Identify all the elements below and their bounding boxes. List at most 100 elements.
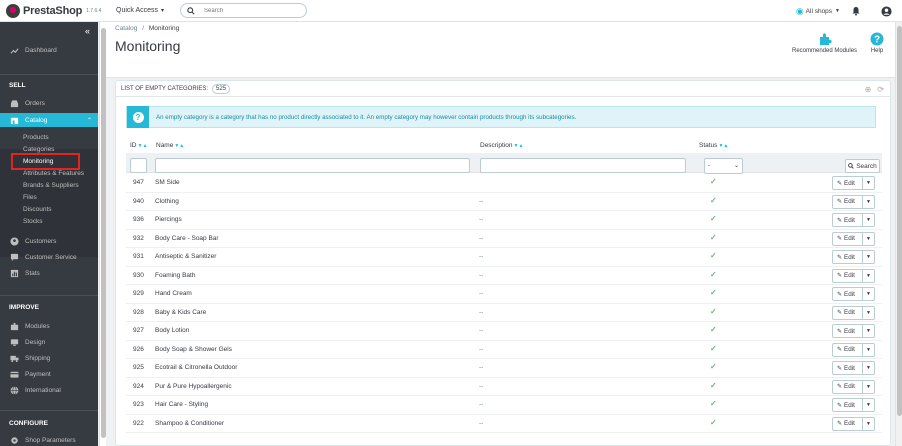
check-icon[interactable]: ✓ bbox=[710, 196, 717, 205]
user-account-icon[interactable] bbox=[881, 5, 892, 17]
scrollbar-thumb[interactable] bbox=[897, 26, 902, 416]
edit-button[interactable]: ✎ Edit ▼ bbox=[832, 361, 875, 375]
column-header-status[interactable]: Status▼▲ bbox=[699, 142, 728, 149]
check-icon[interactable]: ✓ bbox=[710, 288, 717, 297]
collapse-sidebar-icon[interactable]: « bbox=[85, 26, 90, 36]
check-icon[interactable]: ✓ bbox=[710, 362, 717, 371]
check-icon[interactable]: ✓ bbox=[710, 251, 717, 260]
recommended-modules-button[interactable]: Recommended Modules bbox=[792, 32, 857, 54]
check-icon[interactable]: ✓ bbox=[710, 177, 717, 186]
sidebar-item-customer-service[interactable]: Customer Service bbox=[0, 250, 98, 264]
caret-down-icon[interactable]: ▼ bbox=[862, 232, 874, 245]
edit-button[interactable]: ✎ Edit ▼ bbox=[832, 305, 875, 320]
help-button[interactable]: ? Help bbox=[870, 32, 884, 54]
column-header-description[interactable]: Description▼▲ bbox=[480, 142, 523, 149]
check-icon[interactable]: ✓ bbox=[710, 325, 717, 334]
filter-name-input[interactable] bbox=[155, 158, 470, 173]
submenu-item-stocks[interactable]: Stocks bbox=[23, 218, 43, 225]
table-row[interactable]: 929 Hand Cream -- ✓ ✎ Edit ▼ bbox=[126, 285, 882, 304]
submenu-item-discounts[interactable]: Discounts bbox=[23, 206, 52, 213]
sidebar-item-dashboard[interactable]: Dashboard bbox=[0, 43, 98, 57]
sidebar-item-design[interactable]: Design bbox=[0, 335, 98, 349]
sidebar-scrollbar[interactable] bbox=[99, 22, 106, 446]
check-icon[interactable]: ✓ bbox=[710, 381, 717, 390]
edit-button[interactable]: ✎ Edit ▼ bbox=[832, 194, 875, 209]
filter-status-select[interactable]: - ⌄ bbox=[704, 158, 743, 174]
refresh-icon[interactable]: ⟳ bbox=[877, 85, 884, 94]
edit-button[interactable]: ✎ Edit ▼ bbox=[832, 416, 875, 431]
table-row[interactable]: 926 Body Soap & Shower Gels -- ✓ ✎ Edit ▼ bbox=[126, 341, 882, 359]
edit-button[interactable]: ✎ Edit ▼ bbox=[832, 287, 875, 301]
check-icon[interactable]: ✓ bbox=[710, 418, 717, 427]
sidebar-item-stats[interactable]: Stats bbox=[0, 266, 98, 280]
edit-button[interactable]: ✎ Edit ▼ bbox=[832, 342, 875, 357]
table-row[interactable]: 922 Shampoo & Conditioner -- ✓ ✎ Edit ▼ bbox=[126, 415, 882, 433]
check-icon[interactable]: ✓ bbox=[710, 344, 717, 353]
edit-button[interactable]: ✎ Edit ▼ bbox=[832, 398, 875, 412]
sort-icon[interactable]: ▼▲ bbox=[514, 143, 524, 149]
sidebar-item-shipping[interactable]: Shipping bbox=[0, 351, 98, 365]
submenu-item-attributes[interactable]: Attributes & Features bbox=[23, 170, 84, 177]
table-row[interactable]: 930 Foaming Bath -- ✓ ✎ Edit ▼ bbox=[126, 267, 882, 285]
main-scrollbar[interactable] bbox=[895, 22, 902, 446]
sort-icon[interactable]: ▼▲ bbox=[718, 143, 728, 149]
caret-down-icon[interactable]: ▼ bbox=[862, 417, 874, 430]
caret-down-icon[interactable]: ▼ bbox=[862, 325, 874, 337]
submenu-item-brands[interactable]: Brands & Suppliers bbox=[23, 182, 79, 189]
edit-button[interactable]: ✎ Edit ▼ bbox=[832, 324, 875, 338]
search-box[interactable] bbox=[180, 3, 308, 18]
caret-down-icon[interactable]: ▼ bbox=[862, 214, 874, 226]
sidebar-item-modules[interactable]: Modules bbox=[0, 319, 98, 333]
sort-icon[interactable]: ▼▲ bbox=[138, 143, 148, 149]
table-row[interactable]: 947 SM Side ✓ ✎ Edit ▼ bbox=[126, 174, 882, 193]
check-icon[interactable]: ✓ bbox=[710, 307, 717, 316]
edit-button[interactable]: ✎ Edit ▼ bbox=[832, 250, 875, 264]
table-row[interactable]: 925 Ecotrail & Citronella Outdoor -- ✓ ✎ Edit… bbox=[126, 359, 882, 378]
edit-button[interactable]: ✎ Edit ▼ bbox=[832, 213, 875, 227]
caret-down-icon[interactable]: ▼ bbox=[862, 177, 874, 189]
edit-button[interactable]: ✎ Edit ▼ bbox=[832, 176, 875, 190]
check-icon[interactable]: ✓ bbox=[710, 233, 717, 242]
submenu-item-files[interactable]: Files bbox=[23, 194, 37, 201]
sidebar-item-orders[interactable]: Orders bbox=[0, 96, 98, 110]
sidebar-item-shop-parameters[interactable]: Shop Parameters bbox=[0, 433, 98, 446]
caret-down-icon[interactable]: ▼ bbox=[862, 269, 874, 282]
column-header-id[interactable]: ID▼▲ bbox=[130, 142, 147, 149]
check-icon[interactable]: ✓ bbox=[710, 214, 717, 223]
sidebar-item-customers[interactable]: Customers bbox=[0, 234, 98, 248]
bell-icon[interactable] bbox=[851, 6, 861, 16]
table-row[interactable]: 924 Pur & Pure Hypoallergenic -- ✓ ✎ Edit ▼ bbox=[126, 378, 882, 396]
caret-down-icon[interactable]: ▼ bbox=[862, 288, 874, 300]
submenu-item-categories[interactable]: Categories bbox=[23, 146, 54, 153]
check-icon[interactable]: ✓ bbox=[710, 270, 717, 279]
caret-down-icon[interactable]: ▼ bbox=[862, 343, 874, 356]
table-row[interactable]: 928 Baby & Kids Care -- ✓ ✎ Edit ▼ bbox=[126, 304, 882, 322]
search-button[interactable]: Search bbox=[845, 159, 880, 173]
table-row[interactable]: 936 Piercings -- ✓ ✎ Edit ▼ bbox=[126, 211, 882, 230]
sidebar-item-payment[interactable]: Payment bbox=[0, 367, 98, 381]
add-icon[interactable]: ⊕ bbox=[865, 85, 872, 94]
caret-down-icon[interactable]: ▼ bbox=[862, 380, 874, 393]
breadcrumb-catalog[interactable]: Catalog bbox=[115, 25, 137, 32]
shop-selector[interactable]: ◉ All shops ▼ bbox=[796, 6, 840, 17]
table-row[interactable]: 940 Clothing -- ✓ ✎ Edit ▼ bbox=[126, 193, 882, 211]
sort-icon[interactable]: ▼▲ bbox=[174, 143, 184, 149]
caret-down-icon[interactable]: ▼ bbox=[862, 306, 874, 319]
check-icon[interactable]: ✓ bbox=[710, 399, 717, 408]
table-row[interactable]: 932 Body Care - Soap Bar -- ✓ ✎ Edit ▼ bbox=[126, 230, 882, 248]
sidebar-item-international[interactable]: International bbox=[0, 383, 98, 397]
caret-down-icon[interactable]: ▼ bbox=[862, 399, 874, 411]
edit-button[interactable]: ✎ Edit ▼ bbox=[832, 268, 875, 283]
caret-down-icon[interactable]: ▼ bbox=[862, 251, 874, 263]
search-input[interactable] bbox=[204, 7, 300, 14]
quick-access-dropdown[interactable]: Quick Access ▾ bbox=[116, 7, 164, 14]
edit-button[interactable]: ✎ Edit ▼ bbox=[832, 379, 875, 394]
column-header-name[interactable]: Name▼▲ bbox=[156, 142, 184, 149]
prestashop-logo[interactable]: PrestaShop 1.7.6.4 bbox=[6, 3, 112, 18]
table-row[interactable]: 927 Body Lotion -- ✓ ✎ Edit ▼ bbox=[126, 322, 882, 341]
sidebar-item-catalog[interactable]: Catalog ⌃ bbox=[0, 113, 98, 127]
edit-button[interactable]: ✎ Edit ▼ bbox=[832, 231, 875, 246]
submenu-item-products[interactable]: Products bbox=[23, 134, 49, 141]
filter-id-input[interactable] bbox=[130, 158, 147, 173]
table-row[interactable]: 923 Hair Care - Styling -- ✓ ✎ Edit ▼ bbox=[126, 396, 882, 415]
